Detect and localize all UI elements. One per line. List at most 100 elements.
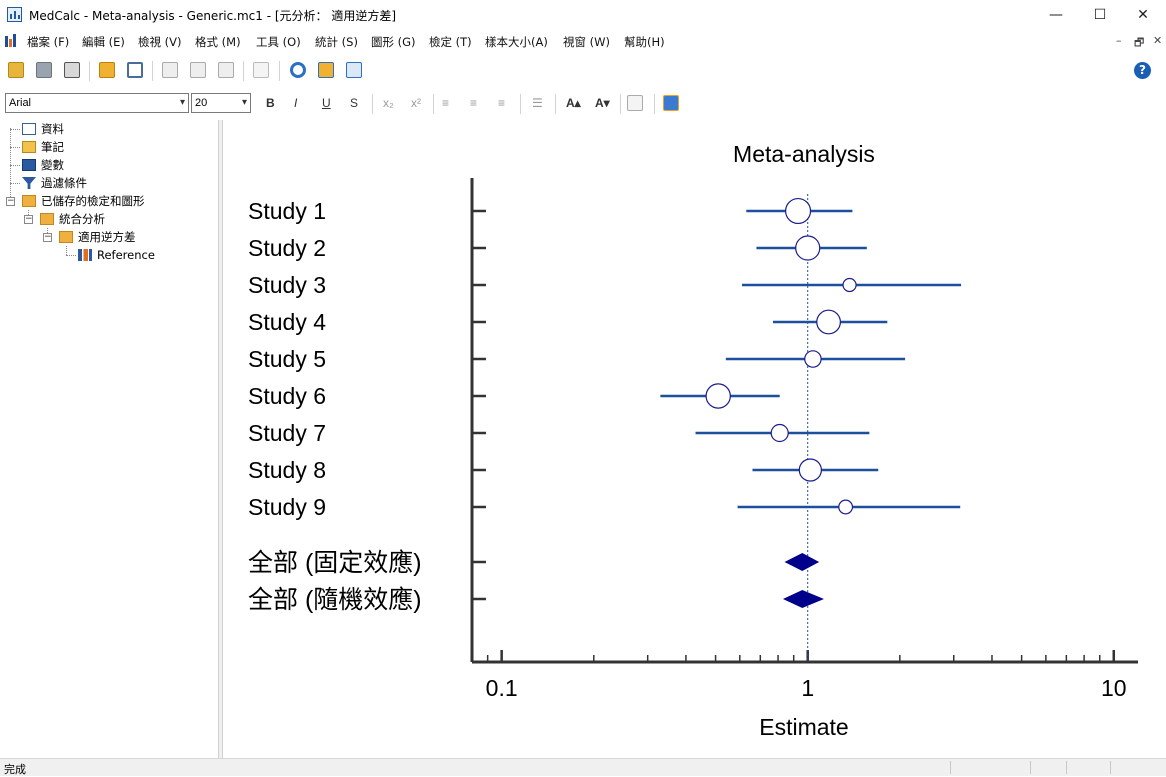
study-marker: [705, 383, 731, 409]
superscript-button[interactable]: x²: [411, 96, 421, 110]
paste-icon[interactable]: [218, 62, 234, 78]
status-text: 完成: [4, 763, 26, 776]
tree-item-variables[interactable]: 變數: [22, 157, 64, 173]
tree-expander-ivw[interactable]: −: [43, 233, 52, 242]
maximize-button[interactable]: ☐: [1077, 0, 1123, 31]
navigation-tree: − − − 資料 筆記 變數 過濾條件 已儲存的檢定和圖形 統合分析 適用逆方差…: [0, 120, 218, 758]
mdi-restore-button[interactable]: 🗗: [1134, 34, 1144, 53]
study-label: Study 8: [248, 457, 326, 483]
toolbar-separator: [654, 94, 655, 114]
pooled-label: 全部 (固定效應): [248, 549, 422, 577]
menu-tests[interactable]: 檢定 (T): [429, 34, 472, 50]
tree-item-saved-tests[interactable]: 已儲存的檢定和圖形: [22, 193, 145, 209]
strikethrough-button[interactable]: S: [350, 96, 358, 110]
refresh-icon[interactable]: [290, 62, 306, 78]
grow-font-button[interactable]: A▴: [566, 96, 581, 110]
study-marker: [785, 197, 812, 225]
study-label: Study 2: [248, 235, 326, 261]
graph-format-icon[interactable]: [663, 95, 679, 111]
tree-item-notes[interactable]: 筆記: [22, 139, 64, 155]
toolbar-separator: [520, 94, 521, 114]
cut-icon[interactable]: [162, 62, 178, 78]
forest-plot: Meta-analysis Estimate 0.1 1 10 Study 1 Stud…: [248, 141, 1138, 740]
tree-connector: [10, 165, 20, 166]
study-label: Study 1: [248, 198, 326, 224]
tree-item-label: 統合分析: [59, 212, 105, 226]
status-separator: [1066, 761, 1067, 774]
tree-connector: [66, 255, 76, 256]
duplicate-icon[interactable]: [318, 62, 334, 78]
tree-item-meta-analysis[interactable]: 統合分析: [40, 211, 105, 227]
folder-icon: [22, 195, 36, 207]
status-bar: 完成: [0, 758, 1166, 776]
x-axis-label: Estimate: [759, 714, 848, 740]
menu-sample-size[interactable]: 樣本大小(A): [485, 34, 548, 50]
format-table-icon[interactable]: [627, 95, 643, 111]
bold-button[interactable]: B: [266, 96, 275, 110]
tree-expander-saved[interactable]: −: [6, 197, 15, 206]
align-right-button[interactable]: ≡: [498, 96, 505, 110]
tree-item-label: 筆記: [41, 140, 64, 154]
study-label: Study 7: [248, 420, 326, 446]
menu-file[interactable]: 檔案 (F): [27, 34, 69, 50]
chart-icon: [78, 249, 92, 261]
mdi-minimize-button[interactable]: –: [1116, 34, 1122, 47]
document-icon[interactable]: [5, 34, 18, 48]
shrink-font-button[interactable]: A▾: [595, 96, 610, 110]
tree-connector: [10, 183, 20, 184]
menu-format[interactable]: 格式 (M): [195, 34, 241, 50]
tree-item-filters[interactable]: 過濾條件: [22, 175, 87, 191]
copy-icon[interactable]: [190, 62, 206, 78]
study-label: Study 4: [248, 309, 326, 335]
study-marker: [838, 499, 854, 515]
study-marker: [798, 458, 822, 482]
pane-splitter[interactable]: [218, 120, 223, 758]
print-icon[interactable]: [64, 62, 80, 78]
font-name-value: Arial: [9, 97, 32, 109]
menu-graphs[interactable]: 圖形 (G): [371, 34, 416, 50]
menu-bar: 檔案 (F) 編輯 (E) 檢視 (V) 格式 (M) 工具 (O) 統計 (S…: [0, 31, 1166, 52]
subscript-button[interactable]: x₂: [383, 96, 394, 110]
export-icon[interactable]: [346, 62, 362, 78]
tree-item-data[interactable]: 資料: [22, 121, 64, 137]
font-size-select[interactable]: 20 ▾: [191, 93, 251, 113]
study-marker: [816, 309, 841, 335]
status-separator: [1030, 761, 1031, 774]
tree-item-label: Reference: [97, 248, 155, 262]
underline-button[interactable]: U: [322, 96, 331, 110]
help-icon[interactable]: ?: [1134, 62, 1151, 79]
open-icon[interactable]: [8, 62, 24, 78]
undo-icon[interactable]: [253, 62, 269, 78]
menu-edit[interactable]: 編輯 (E): [82, 34, 125, 50]
save-icon[interactable]: [36, 62, 52, 78]
tree-expander-meta[interactable]: −: [24, 215, 33, 224]
menu-statistics[interactable]: 統計 (S): [315, 34, 358, 50]
menu-tools[interactable]: 工具 (O): [256, 34, 301, 50]
toolbar-separator: [433, 94, 434, 114]
font-name-select[interactable]: Arial ▾: [5, 93, 189, 113]
chevron-down-icon[interactable]: ▾: [242, 94, 247, 112]
forest-plot-panel: Meta-analysis Estimate 0.1 1 10 Study 1 Stud…: [224, 120, 1166, 758]
table-icon[interactable]: [127, 62, 143, 78]
tree-item-label: 已儲存的檢定和圖形: [41, 194, 145, 208]
menu-view[interactable]: 檢視 (V): [138, 34, 182, 50]
bullets-button[interactable]: ☰: [532, 96, 543, 110]
study-label: Study 9: [248, 494, 326, 520]
copy-sheet-icon[interactable]: [99, 62, 115, 78]
tree-item-inverse-variance[interactable]: 適用逆方差: [59, 229, 136, 245]
x-tick-label: 1: [801, 675, 814, 701]
close-button[interactable]: ✕: [1120, 0, 1166, 31]
pooled-diamond: [784, 553, 820, 571]
menu-window[interactable]: 視窗 (W): [563, 34, 610, 50]
mdi-close-button[interactable]: ✕: [1153, 34, 1162, 47]
tree-connector: [10, 147, 20, 148]
align-left-button[interactable]: ≡: [442, 96, 449, 110]
study-label: Study 5: [248, 346, 326, 372]
italic-button[interactable]: I: [294, 96, 297, 110]
chevron-down-icon[interactable]: ▾: [180, 94, 185, 112]
align-center-button[interactable]: ≡: [470, 96, 477, 110]
tree-item-reference[interactable]: Reference: [78, 247, 155, 263]
menu-help[interactable]: 幫助(H): [624, 34, 665, 50]
minimize-button[interactable]: —: [1033, 0, 1079, 31]
folder-icon: [59, 231, 73, 243]
